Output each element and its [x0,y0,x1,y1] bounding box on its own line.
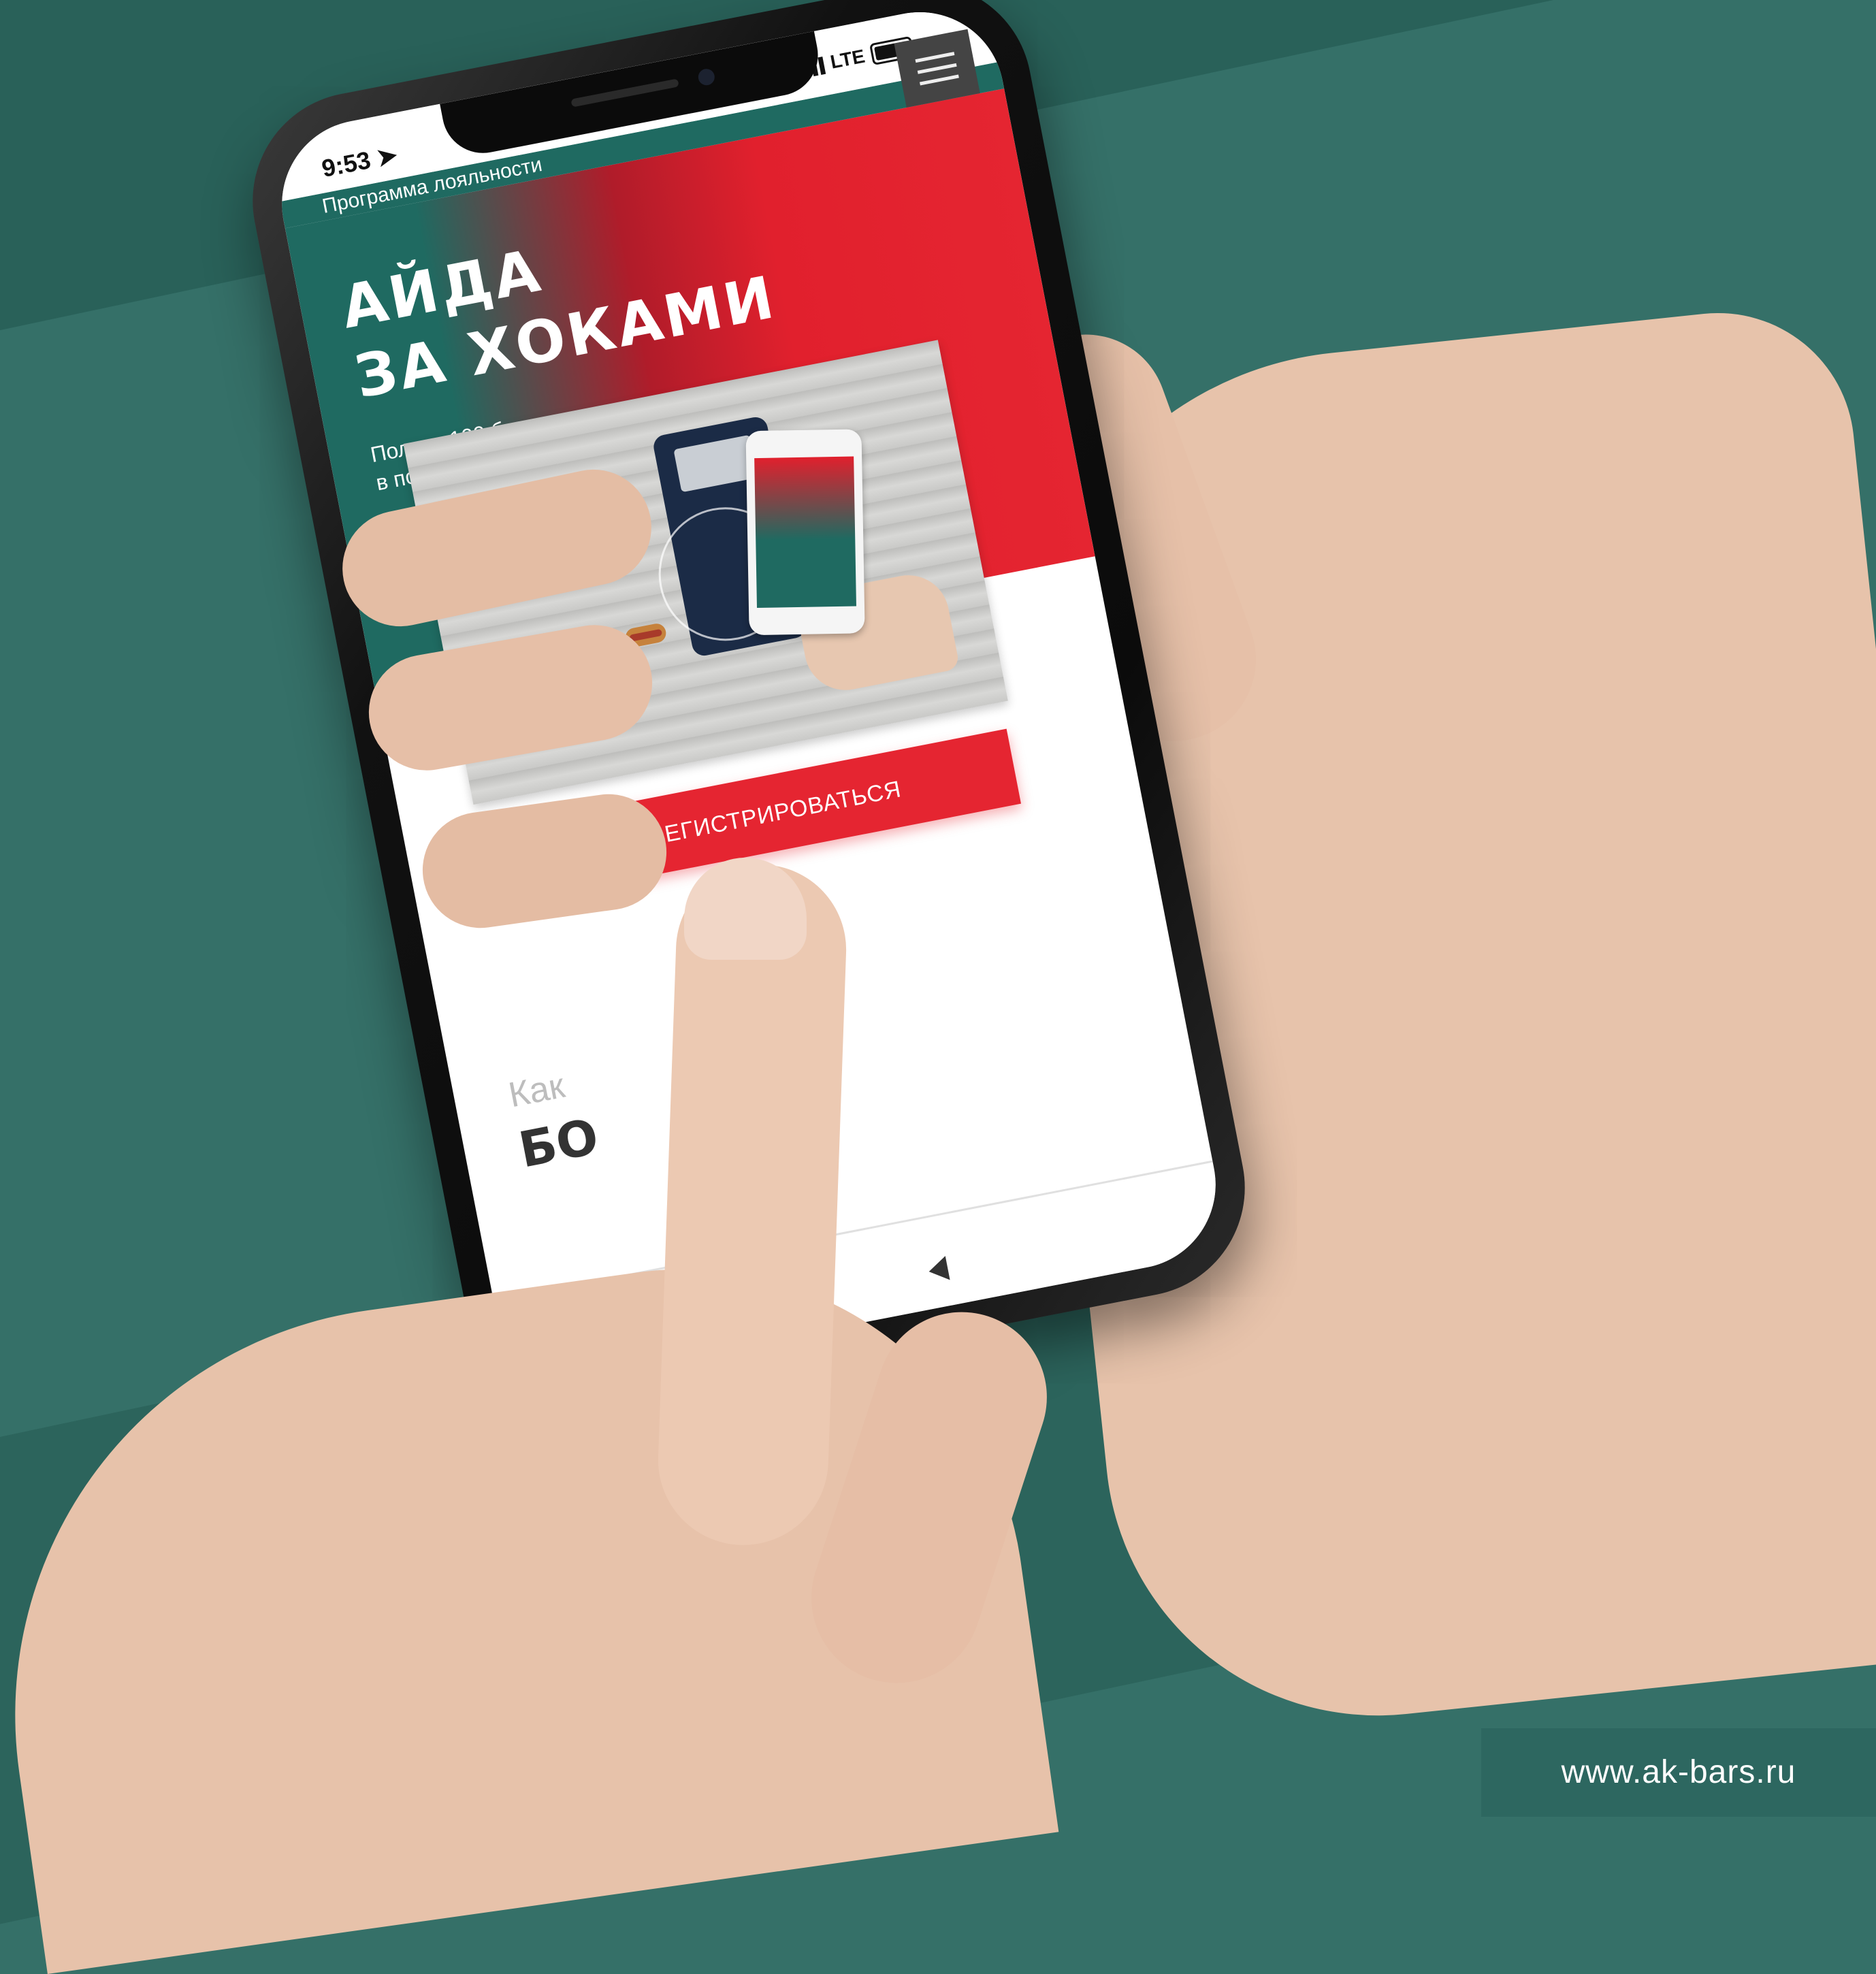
menu-icon [915,51,955,63]
tapping-finger [655,861,850,1549]
website-url[interactable]: www.ak-bars.ru [1481,1728,1876,1817]
terminal-screen [673,434,758,493]
hero-title: АЙДА ЗА ХОКАМИ [336,193,782,413]
speaker [570,78,679,108]
navigation-arrow-icon: ➤ [374,140,400,172]
status-time-text: 9:53 [319,146,373,183]
network-label: LTE [828,45,867,73]
section-question: Как [505,1065,568,1116]
section-heading-start: БО [514,1107,603,1179]
photo-phone-screen [754,456,856,609]
camera [696,67,716,87]
back-nav-icon[interactable] [926,1256,950,1284]
photo-phone [745,429,865,636]
status-time: 9:53 ➤ [319,140,400,183]
